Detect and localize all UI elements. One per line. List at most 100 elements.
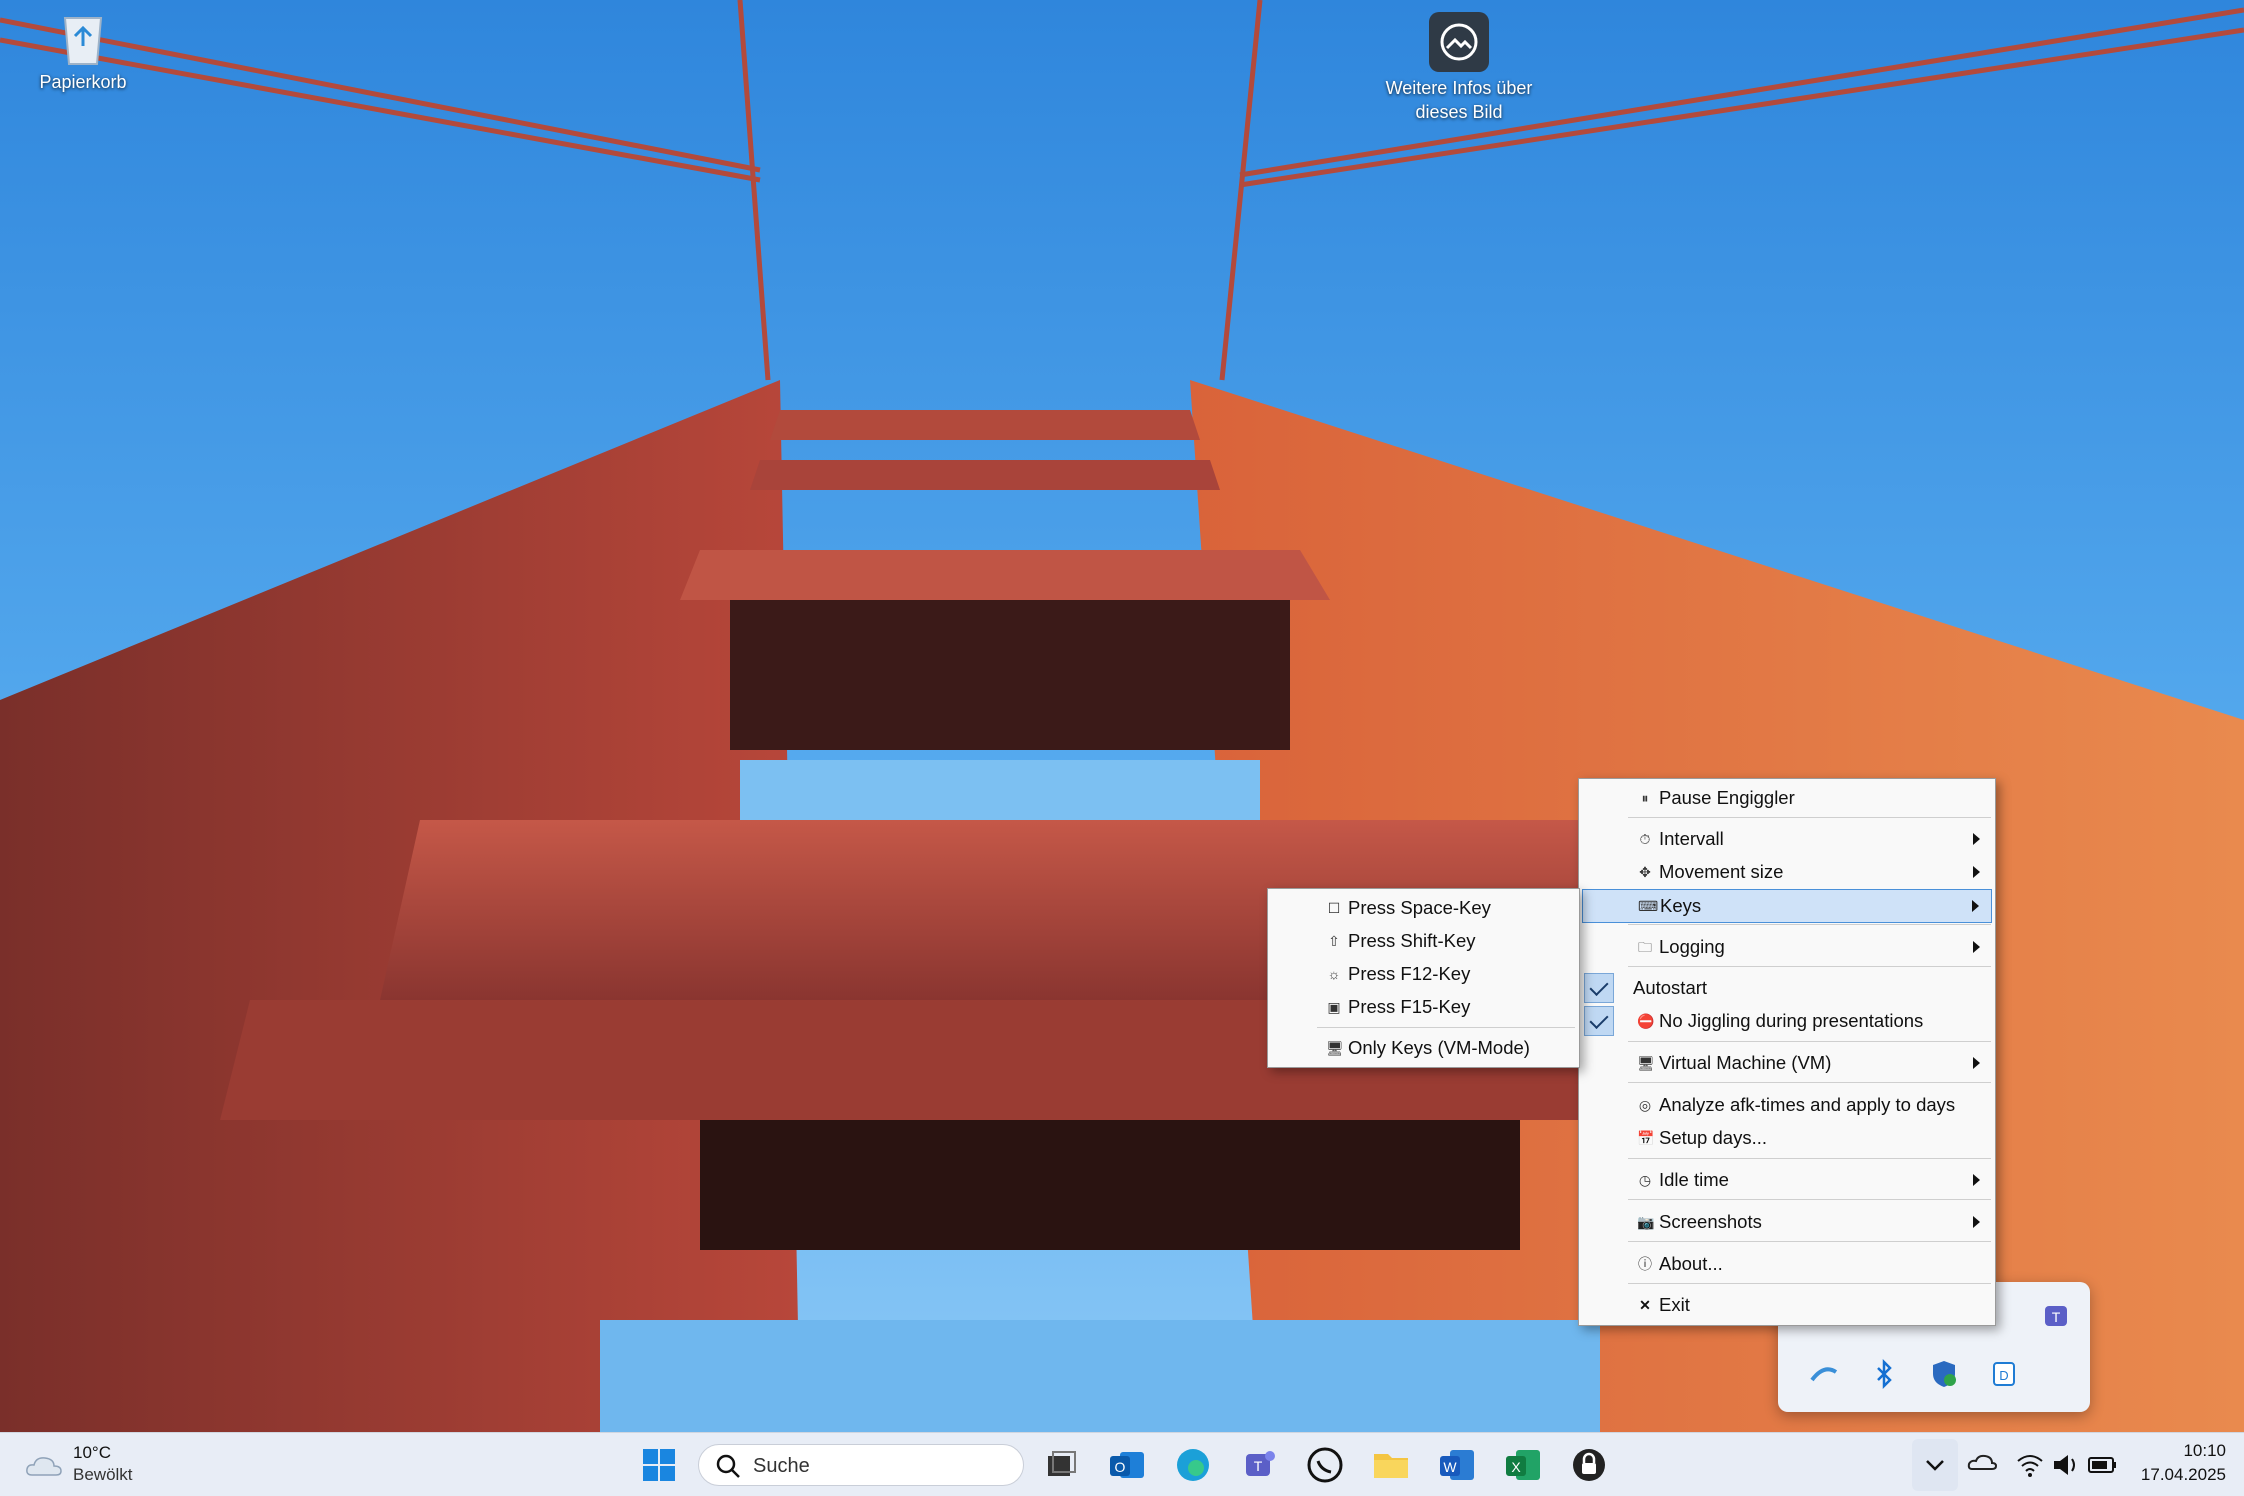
desktop-icon-label-line1: Weitere Infos über: [1385, 78, 1533, 98]
camera-icon: 📷: [1637, 1214, 1655, 1230]
keepass-button[interactable]: [1568, 1444, 1610, 1486]
word-button[interactable]: W: [1436, 1444, 1478, 1486]
monitor-icon: 🖥: [1637, 1055, 1655, 1071]
teams-icon: T: [1246, 1451, 1275, 1476]
menu-item-label: Press Shift-Key: [1348, 930, 1476, 951]
space-key-icon: ☐: [1327, 900, 1341, 916]
movement-icon: ✥: [1639, 864, 1651, 880]
taskbar-search[interactable]: Suche: [698, 1444, 1024, 1486]
svg-text:W: W: [1443, 1459, 1457, 1475]
menu-item-label: No Jiggling during presentations: [1659, 1010, 1924, 1031]
desktop-icon-label: Papierkorb: [39, 72, 127, 92]
clock-time: 10:10: [2183, 1441, 2226, 1460]
onedrive-icon: [1967, 1454, 1998, 1470]
menu-item-no-jiggling-presentations[interactable]: ⛔ No Jiggling during presentations: [1582, 1005, 1992, 1037]
submenu-item-f15-key[interactable]: ▣ Press F15-Key: [1271, 991, 1576, 1023]
menu-item-analyze-afk[interactable]: ◎ Analyze afk-times and apply to days: [1582, 1089, 1992, 1121]
svg-text:X: X: [1511, 1459, 1521, 1475]
engiggler-context-menu: ⏸ Pause Engiggler ⏱ Intervall ✥ Movement…: [1578, 778, 1996, 1326]
start-button[interactable]: [638, 1444, 680, 1486]
menu-item-label: Logging: [1659, 936, 1725, 957]
tray-overflow-button[interactable]: [1912, 1439, 1958, 1491]
volume-icon: [2054, 1455, 2075, 1475]
menu-item-intervall[interactable]: ⏱ Intervall: [1582, 823, 1992, 855]
onedrive-tray-button[interactable]: [1966, 1447, 1998, 1479]
submenu-arrow-icon: [1973, 866, 1980, 878]
bluetooth-icon[interactable]: [1868, 1358, 1900, 1390]
timer-icon: ⏱: [1639, 831, 1651, 847]
menu-item-label: About...: [1659, 1253, 1723, 1274]
weather-widget[interactable]: 10°C Bewölkt: [20, 1441, 170, 1489]
menu-separator: [1628, 1082, 1991, 1083]
no-entry-icon: ⛔: [1637, 1013, 1655, 1029]
info-icon: ⓘ: [1638, 1256, 1652, 1272]
outlook-button[interactable]: O: [1106, 1444, 1148, 1486]
submenu-item-only-keys-vm[interactable]: 🖥 Only Keys (VM-Mode): [1271, 1032, 1576, 1064]
excel-button[interactable]: X: [1502, 1444, 1544, 1486]
svg-text:T: T: [2052, 1309, 2061, 1325]
task-view-button[interactable]: [1040, 1444, 1082, 1486]
menu-item-about[interactable]: ⓘ About...: [1582, 1248, 1992, 1280]
desktop-icon-recycle-bin[interactable]: Papierkorb: [3, 8, 163, 94]
menu-item-pause[interactable]: ⏸ Pause Engiggler: [1582, 782, 1992, 814]
menu-item-label: Screenshots: [1659, 1211, 1762, 1232]
menu-item-label: Autostart: [1633, 977, 1708, 998]
checkmark-icon: [1584, 973, 1614, 1003]
clock-button[interactable]: 10:10 17.04.2025: [2124, 1437, 2234, 1493]
start-icon: [643, 1449, 675, 1481]
menu-item-setup-days[interactable]: 📅 Setup days...: [1582, 1122, 1992, 1154]
menu-item-label: Idle time: [1659, 1169, 1729, 1190]
keys-submenu: ☐ Press Space-Key ⇧ Press Shift-Key ☼ Pr…: [1267, 888, 1580, 1068]
chevron-up-icon: [1926, 1460, 1944, 1471]
menu-separator: [1628, 966, 1991, 967]
outlook-icon: O: [1110, 1452, 1144, 1478]
file-explorer-icon: [1374, 1454, 1408, 1478]
quick-settings-button[interactable]: [2010, 1443, 2122, 1485]
submenu-item-shift-key[interactable]: ⇧ Press Shift-Key: [1271, 925, 1576, 957]
menu-item-keys[interactable]: ⌨ Keys: [1582, 889, 1992, 923]
keyboard-icon: ⌨: [1638, 898, 1659, 914]
menu-item-autostart[interactable]: Autostart: [1582, 972, 1992, 1004]
menu-separator: [1628, 1158, 1991, 1159]
submenu-item-space-key[interactable]: ☐ Press Space-Key: [1271, 892, 1576, 924]
shift-key-icon: ⇧: [1328, 933, 1340, 949]
task-view-icon: [1048, 1451, 1076, 1476]
menu-separator: [1628, 1283, 1991, 1284]
wifi-icon: [2017, 1455, 2043, 1477]
menu-item-label: Exit: [1659, 1294, 1690, 1315]
edge-button[interactable]: [1172, 1444, 1214, 1486]
weather-temp: 10°C: [73, 1443, 111, 1462]
svg-text:D: D: [1999, 1368, 2008, 1383]
network-tray-icon[interactable]: [1808, 1358, 1840, 1390]
menu-separator: [1628, 1199, 1991, 1200]
analyze-icon: ◎: [1638, 1097, 1652, 1113]
file-explorer-button[interactable]: [1370, 1444, 1412, 1486]
security-shield-icon[interactable]: [1928, 1358, 1960, 1390]
menu-item-idle-time[interactable]: ◷ Idle time: [1582, 1164, 1992, 1196]
desktop-icon-image-info[interactable]: Weitere Infos über dieses Bild: [1379, 12, 1539, 124]
menu-item-exit[interactable]: ✕ Exit: [1582, 1289, 1992, 1321]
menu-item-label: Keys: [1660, 895, 1702, 916]
menu-item-movement-size[interactable]: ✥ Movement size: [1582, 856, 1992, 888]
menu-item-virtual-machine[interactable]: 🖥 Virtual Machine (VM): [1582, 1047, 1992, 1079]
clock-date: 17.04.2025: [2140, 1465, 2226, 1484]
menu-item-screenshots[interactable]: 📷 Screenshots: [1582, 1206, 1992, 1238]
menu-item-logging[interactable]: 🗀 Logging: [1582, 931, 1992, 963]
image-info-icon: [1429, 12, 1489, 72]
calendar-icon: 📅: [1637, 1130, 1655, 1146]
submenu-arrow-icon: [1973, 1174, 1980, 1186]
menu-item-label: Setup days...: [1659, 1127, 1767, 1148]
battery-icon: [2088, 1457, 2116, 1473]
whatsapp-button[interactable]: [1304, 1444, 1346, 1486]
f15-key-icon: ▣: [1327, 999, 1341, 1015]
clock-icon: ◷: [1638, 1172, 1652, 1188]
menu-item-label: Press F12-Key: [1348, 963, 1471, 984]
teams-button[interactable]: T: [1238, 1444, 1280, 1486]
dell-tray-icon[interactable]: D: [1988, 1358, 2020, 1390]
submenu-item-f12-key[interactable]: ☼ Press F12-Key: [1271, 958, 1576, 990]
menu-item-label: Intervall: [1659, 828, 1724, 849]
menu-item-label: Pause Engiggler: [1659, 787, 1795, 808]
teams-tray-icon[interactable]: T: [2040, 1300, 2072, 1332]
taskbar: 10°C Bewölkt Suche O T W X 10:10 17.04.2…: [0, 1432, 2244, 1496]
menu-item-label: Press Space-Key: [1348, 897, 1491, 918]
